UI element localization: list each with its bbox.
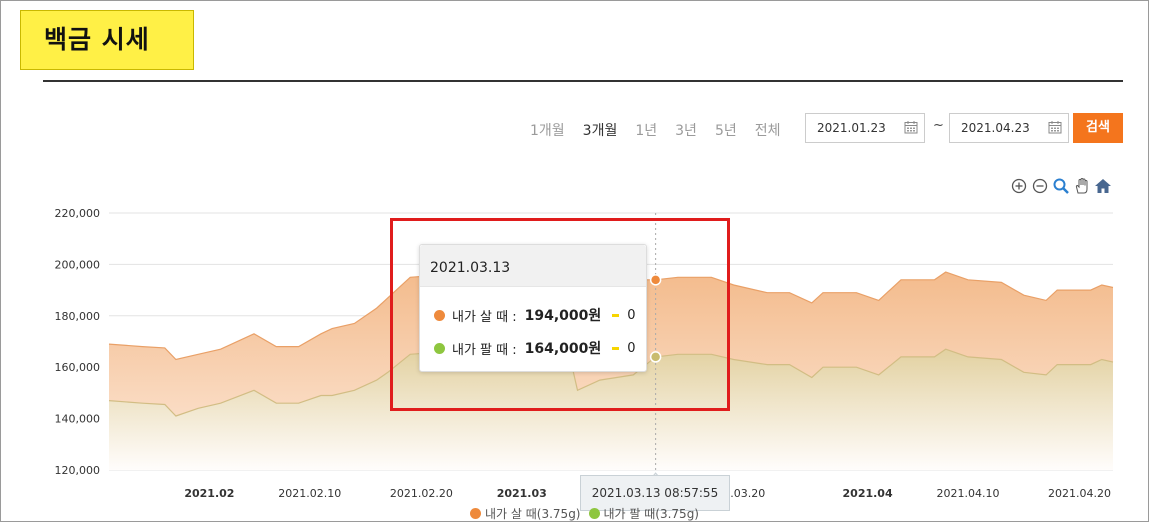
- zoom-select-icon[interactable]: [1052, 177, 1070, 195]
- search-button[interactable]: 검색: [1073, 113, 1123, 143]
- chart-toolbar: [1010, 177, 1112, 195]
- x-tick-label: 2021.02.20: [390, 487, 453, 500]
- change-dash-icon: [612, 313, 620, 317]
- sell-series-dot-icon: [434, 342, 445, 354]
- y-tick-label: 160,000: [55, 361, 101, 374]
- home-reset-icon[interactable]: [1094, 177, 1112, 195]
- start-date-input[interactable]: 2021.01.23: [805, 113, 925, 143]
- tooltip-sell-label: 내가 팔 때 :: [452, 342, 517, 358]
- legend-dot-icon: [588, 508, 600, 519]
- legend-sell-label: 내가 팔 때(3.75g): [603, 507, 700, 521]
- period-selector: 1개월 3개월 1년 3년 5년 전체: [530, 120, 799, 140]
- tooltip-buy-change: 0: [627, 307, 636, 323]
- tooltip-buy-label: 내가 살 때 :: [452, 309, 517, 325]
- pan-hand-icon[interactable]: [1073, 177, 1091, 195]
- x-tick-label: 2021.04.20: [1048, 487, 1111, 500]
- tooltip-date: 2021.03.13: [420, 245, 646, 287]
- x-tick-label: 2021.04: [843, 487, 893, 500]
- period-5-years[interactable]: 5년: [715, 120, 737, 140]
- calendar-icon[interactable]: [904, 120, 918, 134]
- tooltip-row-sell: 내가 팔 때 : 164,000원 0: [434, 338, 636, 358]
- period-3-years[interactable]: 3년: [675, 120, 697, 140]
- start-date-value: 2021.01.23: [817, 121, 886, 135]
- buy-series-dot-icon: [434, 309, 445, 321]
- legend-dot-icon: [470, 508, 481, 519]
- date-range-separator: ~: [933, 118, 944, 133]
- tooltip-sell-value: 164,000원: [524, 341, 602, 357]
- y-axis-labels: 220,000 200,000 180,000 160,000 140,000 120,0…: [55, 207, 101, 477]
- y-tick-label: 180,000: [55, 310, 101, 323]
- tooltip-sell-change: 0: [627, 340, 636, 356]
- legend-item-buy[interactable]: 내가 살 때(3.75g): [470, 505, 581, 522]
- period-1-month[interactable]: 1개월: [530, 120, 565, 140]
- hover-tooltip: 2021.03.13 내가 살 때 : 194,000원 0 내가 팔 때 : …: [419, 244, 647, 372]
- period-all[interactable]: 전체: [755, 120, 781, 140]
- end-date-input[interactable]: 2021.04.23: [949, 113, 1069, 143]
- zoom-out-icon[interactable]: [1031, 177, 1049, 195]
- title-divider: [43, 80, 1123, 82]
- page-title: 백금 시세: [20, 10, 194, 70]
- calendar-icon[interactable]: [1048, 120, 1062, 134]
- legend-item-sell[interactable]: 내가 팔 때(3.75g): [588, 505, 700, 522]
- change-dash-icon: [612, 346, 620, 350]
- period-3-months[interactable]: 3개월: [583, 120, 618, 140]
- end-date-value: 2021.04.23: [961, 121, 1030, 135]
- x-tick-label: 2021.02.10: [278, 487, 341, 500]
- y-tick-label: 200,000: [55, 258, 101, 271]
- zoom-in-icon[interactable]: [1010, 177, 1028, 195]
- legend-buy-label: 내가 살 때(3.75g): [485, 507, 581, 521]
- tooltip-buy-value: 194,000원: [524, 308, 602, 324]
- x-tick-label: 2021.02: [184, 487, 234, 500]
- tooltip-row-buy: 내가 살 때 : 194,000원 0: [434, 305, 636, 325]
- y-tick-label: 120,000: [55, 464, 101, 477]
- period-1-year[interactable]: 1년: [635, 120, 657, 140]
- y-tick-label: 220,000: [55, 207, 101, 220]
- x-tick-label: 2021.04.10: [936, 487, 999, 500]
- y-tick-label: 140,000: [55, 413, 101, 426]
- x-tick-label: 2021.03: [497, 487, 547, 500]
- chart-legend: 내가 살 때(3.75g) 내가 팔 때(3.75g): [470, 505, 699, 522]
